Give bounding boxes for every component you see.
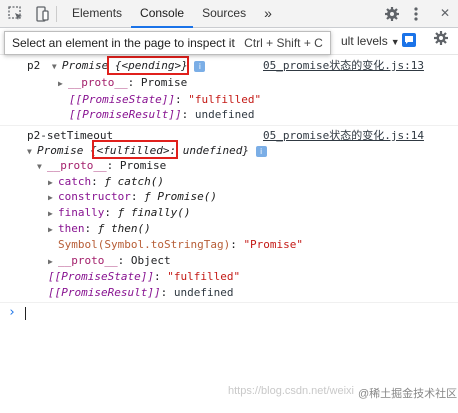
promise-result-preview: : undefined} [169,144,249,157]
chevron-down-icon: ▼ [390,37,400,47]
tree-item-promise-result: [[PromiseResult]]: undefined [69,108,255,121]
show-messages-icon[interactable] [402,33,416,47]
inspect-element-icon[interactable] [8,5,24,22]
source-badge: @稀土掘金技术社区 [358,388,458,400]
inspect-tooltip: Select an element in the page to inspect… [4,31,331,55]
tooltip-text: Select an element in the page to inspect… [12,36,235,50]
collapsed-triangle-icon[interactable]: ▶ [48,206,58,221]
prop-key: [[PromiseResult]] [69,108,182,121]
devtools-toolbar: Elements Console Sources » ✕ [0,0,458,28]
info-icon[interactable]: i [255,145,267,157]
tree-item-proto[interactable]: ▼ __proto__: Promise [37,158,166,173]
tree-item-constructor[interactable]: ▶ constructor: ƒ Promise() [48,189,217,204]
tree-item-inner-proto[interactable]: ▶ __proto__: Object [48,253,171,268]
collapsed-triangle-icon[interactable]: ▶ [48,190,58,205]
tab-console[interactable]: Console [131,0,194,28]
expand-triangle-icon[interactable]: ▼ [37,159,47,174]
tree-item-catch[interactable]: ▶ catch: ƒ catch() [48,174,164,189]
tree-item-promise-state: [[PromiseState]]: "fulfilled" [69,93,262,106]
tooltip-shortcut: Ctrl + Shift + C [244,36,323,50]
log-levels-label: ult levels [341,34,388,48]
prop-value: catch() [117,175,164,188]
prop-key: Symbol(Symbol.toStringTag) [58,238,231,251]
message-divider [0,125,458,126]
tree-item-proto[interactable]: ▶ __proto__: Promise [58,75,187,90]
log-label: p2 [27,59,41,72]
console-settings-gear-icon[interactable] [433,30,449,46]
prop-key: [[PromiseState]] [69,93,175,106]
tree-item-symbol: Symbol(Symbol.toStringTag): "Promise" [58,238,304,251]
prop-value: "fulfilled" [167,270,241,283]
tree-item-promise-result: [[PromiseResult]]: undefined [48,286,234,299]
prop-value: Promise [119,159,167,172]
collapsed-triangle-icon[interactable]: ▶ [48,254,58,269]
prop-key: then [58,222,85,235]
source-link[interactable]: 05_promise状态的变化.js:13 [263,58,424,73]
prop-key: __proto__ [58,254,118,267]
collapsed-triangle-icon[interactable]: ▶ [58,76,68,91]
console-prompt-icon: › [8,305,16,320]
console-input-caret[interactable] [25,307,26,320]
close-devtools-button[interactable]: ✕ [432,0,458,27]
source-link[interactable]: 05_promise状态的变化.js:14 [263,128,424,143]
console-output: p2 ▼ Promise {<pending>} i 05_promise状态的变… [0,55,458,413]
toolbar-divider [56,5,57,22]
watermark-text: https://blog.csdn.net/weixi [228,385,354,397]
expand-triangle-icon[interactable]: ▼ [27,144,37,159]
tree-item-finally[interactable]: ▶ finally: ƒ finally() [48,205,190,220]
prop-key: catch [58,175,92,188]
prop-value: undefined [194,108,255,121]
prop-key: __proto__ [68,76,128,89]
prop-value: "fulfilled" [188,93,262,106]
prop-key: [[PromiseState]] [48,270,154,283]
prop-value: then() [111,222,151,235]
collapsed-triangle-icon[interactable]: ▶ [48,175,58,190]
log-levels-dropdown[interactable]: ult levels ▼ [341,34,400,48]
prop-key: constructor [58,190,131,203]
settings-gear-icon[interactable] [384,6,400,22]
prop-value: "Promise" [243,238,304,251]
expand-triangle-icon[interactable]: ▼ [52,59,62,74]
prop-key: [[PromiseResult]] [48,286,161,299]
message-divider [0,302,458,303]
prop-value: Promise [140,76,188,89]
device-toolbar-icon[interactable] [34,5,50,22]
object-type: Promise [61,59,109,72]
prop-key: finally [58,206,105,219]
more-tabs-button[interactable]: » [255,0,281,27]
collapsed-triangle-icon[interactable]: ▶ [48,222,58,237]
highlight-box [107,56,189,75]
tab-elements[interactable]: Elements [63,0,131,27]
tree-item-then[interactable]: ▶ then: ƒ then() [48,221,151,236]
info-icon[interactable]: i [194,60,206,72]
prop-value: Object [130,254,171,267]
prop-value: undefined [173,286,234,299]
highlight-box [92,140,178,159]
prop-key: __proto__ [47,159,107,172]
prop-value: Promise() [157,190,217,203]
tab-sources[interactable]: Sources [193,0,255,27]
more-options-kebab-icon[interactable] [408,6,424,22]
object-type: Promise [37,144,84,157]
prop-value: finally() [130,206,191,219]
tree-item-promise-state: [[PromiseState]]: "fulfilled" [48,270,241,283]
